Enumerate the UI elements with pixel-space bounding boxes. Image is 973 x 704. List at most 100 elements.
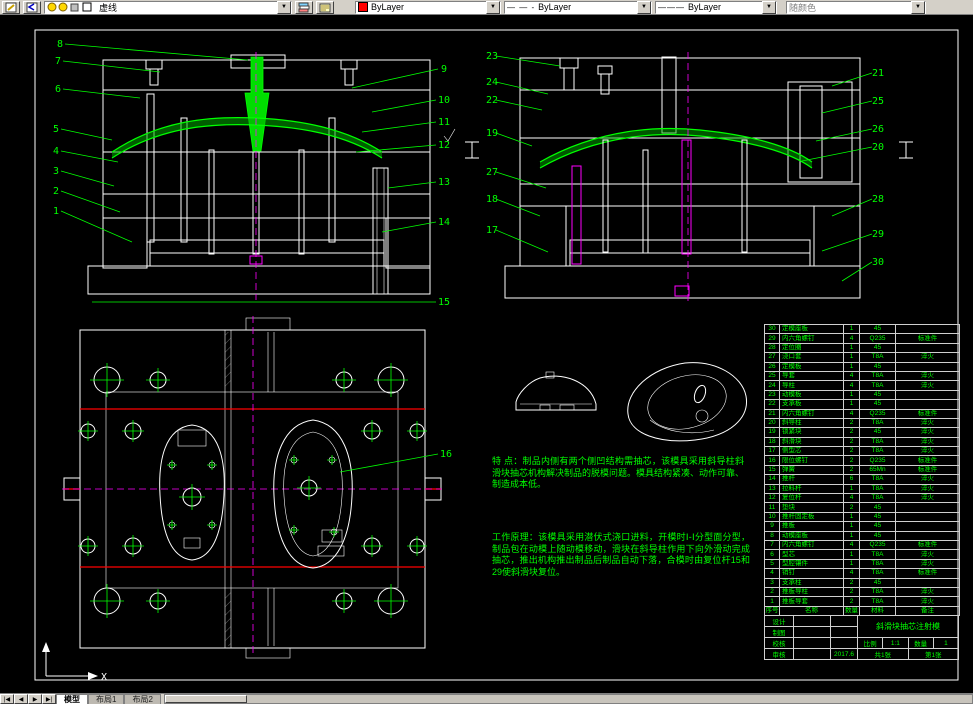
tab-model[interactable]: 模型	[56, 694, 88, 704]
first-tab-button[interactable]: |◀	[0, 694, 14, 704]
bom-cell-name: 导套	[779, 370, 844, 382]
bom-cell-note	[895, 323, 960, 335]
bom-cell-no: 24	[764, 380, 780, 391]
bom-cell-mat: T8A	[859, 474, 896, 485]
bom-cell-note: 淬火	[895, 596, 960, 607]
bom-cell-mat: T8A	[859, 417, 896, 429]
part-callout: 24	[486, 77, 499, 88]
tab-layout2[interactable]: 布局2	[124, 694, 161, 704]
bom-row: 12 复位杆 4 T8A 淬火	[764, 493, 960, 504]
role-label: 校核	[765, 638, 794, 648]
layer-control-dropdown[interactable]: 虚线 ▼	[44, 0, 292, 14]
bom-cell-mat: 45	[859, 399, 896, 410]
bom-cell-mat: 45	[859, 323, 896, 335]
bom-cell-mat: 45	[859, 389, 896, 401]
layer-manager-button[interactable]	[295, 0, 313, 14]
sheet-total: 共1张	[858, 649, 909, 659]
next-tab-button[interactable]: ▶	[28, 694, 42, 704]
chevron-down-icon[interactable]: ▼	[277, 0, 291, 14]
bom-row: 16 限位螺钉 2 Q235 标准件	[764, 455, 960, 466]
bom-cell-note: 淬火	[895, 474, 960, 485]
bom-cell-note	[895, 361, 960, 372]
bom-cell-no: 15	[764, 464, 780, 476]
part-callout: 11	[438, 117, 451, 128]
bom-cell-qty: 1	[843, 558, 860, 570]
horizontal-scrollbar[interactable]	[163, 694, 973, 704]
chevron-down-icon[interactable]: ▼	[637, 0, 651, 14]
part-callout: 2	[53, 186, 60, 197]
bom-cell-mat: Q235	[859, 408, 896, 419]
bom-cell-qty: 2	[843, 586, 860, 598]
color-chip-icon	[358, 2, 368, 12]
bom-cell-qty: 4	[843, 493, 860, 504]
bom-cell-no: 13	[764, 483, 780, 495]
bom-row: 11 垫块 2 45	[764, 502, 960, 513]
bom-row: 13 拉料杆 1 T8A 淬火	[764, 483, 960, 495]
bom-cell-name: 复位杆	[779, 493, 844, 504]
last-tab-button[interactable]: ▶|	[42, 694, 56, 704]
color-control-dropdown[interactable]: ByLayer ▼	[355, 0, 501, 14]
bom-cell-qty: 2	[843, 436, 860, 448]
bom-cell-name: 定位圈	[779, 342, 844, 354]
bom-cell-mat: 45	[859, 361, 896, 372]
bom-cell-note	[895, 511, 960, 523]
bom-row: 25 导套 4 T8A 淬火	[764, 370, 960, 382]
bom-cell-name: 支承板	[779, 399, 844, 410]
lineweight-control-dropdown[interactable]: ——— ByLayer ▼	[655, 0, 777, 14]
bom-cell-mat: 65Mn	[859, 464, 896, 476]
scrollbar-track[interactable]	[163, 694, 973, 704]
bom-cell-qty: 1	[843, 323, 860, 335]
bom-cell-note: 淬火	[895, 380, 960, 391]
bom-row: 2 推板导柱 2 T8A 淬火	[764, 586, 960, 598]
bom-row: 26 定模板 1 45	[764, 361, 960, 372]
title-block-role-row: 校核	[765, 638, 857, 649]
part-callout: 5	[53, 124, 60, 135]
bom-cell-no: 17	[764, 446, 780, 457]
leader-lines	[60, 43, 873, 473]
make-object-layer-current-button[interactable]	[2, 0, 20, 14]
bom-cell-mat: 45	[859, 577, 896, 588]
bom-row: 19 锁紧块 2 45 淬火	[764, 427, 960, 438]
chevron-down-icon[interactable]: ▼	[486, 0, 500, 14]
bom-cell-mat: 45	[859, 342, 896, 354]
part-callout: 19	[486, 128, 499, 139]
bom-cell-no: 28	[764, 342, 780, 354]
part-callout: 13	[438, 177, 451, 188]
bom-cell-qty: 4	[843, 380, 860, 391]
prev-tab-button[interactable]: ◀	[14, 694, 28, 704]
scrollbar-thumb[interactable]	[164, 695, 247, 703]
role-label: 审核	[765, 649, 794, 659]
role-date	[831, 638, 857, 648]
bom-cell-name: 内六角螺钉	[779, 408, 844, 419]
bom-cell-name: 推板导套	[779, 596, 844, 607]
linetype-control-dropdown[interactable]: — — - ByLayer ▼	[504, 0, 652, 14]
bom-cell-name: 斜滑块	[779, 436, 844, 448]
bom-cell-no: 21	[764, 408, 780, 419]
chevron-down-icon[interactable]: ▼	[762, 0, 776, 14]
layout-tab-bar: |◀ ◀ ▶ ▶| 模型 布局1 布局2	[0, 693, 973, 704]
layer-previous-button[interactable]	[23, 0, 41, 14]
bom-cell-no: 23	[764, 389, 780, 401]
bom-cell-note	[895, 530, 960, 542]
bom-cell-qty: 1	[843, 483, 860, 495]
bom-cell-mat: T8A	[859, 568, 896, 579]
bom-cell-no: 5	[764, 558, 780, 570]
bom-cell-mat: T8A	[859, 380, 896, 391]
bom-cell-qty: 2	[843, 455, 860, 466]
tab-layout1[interactable]: 布局1	[88, 694, 125, 704]
bom-row: 21 内六角螺钉 4 Q235 标准件	[764, 408, 960, 419]
bom-cell-name: 导柱	[779, 380, 844, 391]
bom-row: 27 浇口套 1 T8A 淬火	[764, 352, 960, 363]
layer-states-button[interactable]	[316, 0, 334, 14]
working-principle-note: 工作原理：该模具采用潜伏式浇口进料，开模时Ⅰ-Ⅰ分型面分型，制品包在动模上随动模…	[492, 532, 750, 577]
bom-cell-name: 推板	[779, 521, 844, 532]
bom-cell-qty: 2	[843, 427, 860, 438]
role-date: 2017.6	[834, 650, 854, 658]
bom-cell-mat: T8A	[859, 446, 896, 457]
bom-table: 30 定模座板 1 45 29 内六角螺钉 4 Q235 标准件 28 定位圈 …	[764, 323, 960, 617]
part-callout: 6	[55, 84, 62, 95]
current-linetype: ByLayer	[538, 2, 572, 12]
bom-cell-note: 标准件	[895, 408, 960, 419]
bom-row: 24 导柱 4 T8A 淬火	[764, 380, 960, 391]
bom-cell-qty: 2	[843, 446, 860, 457]
